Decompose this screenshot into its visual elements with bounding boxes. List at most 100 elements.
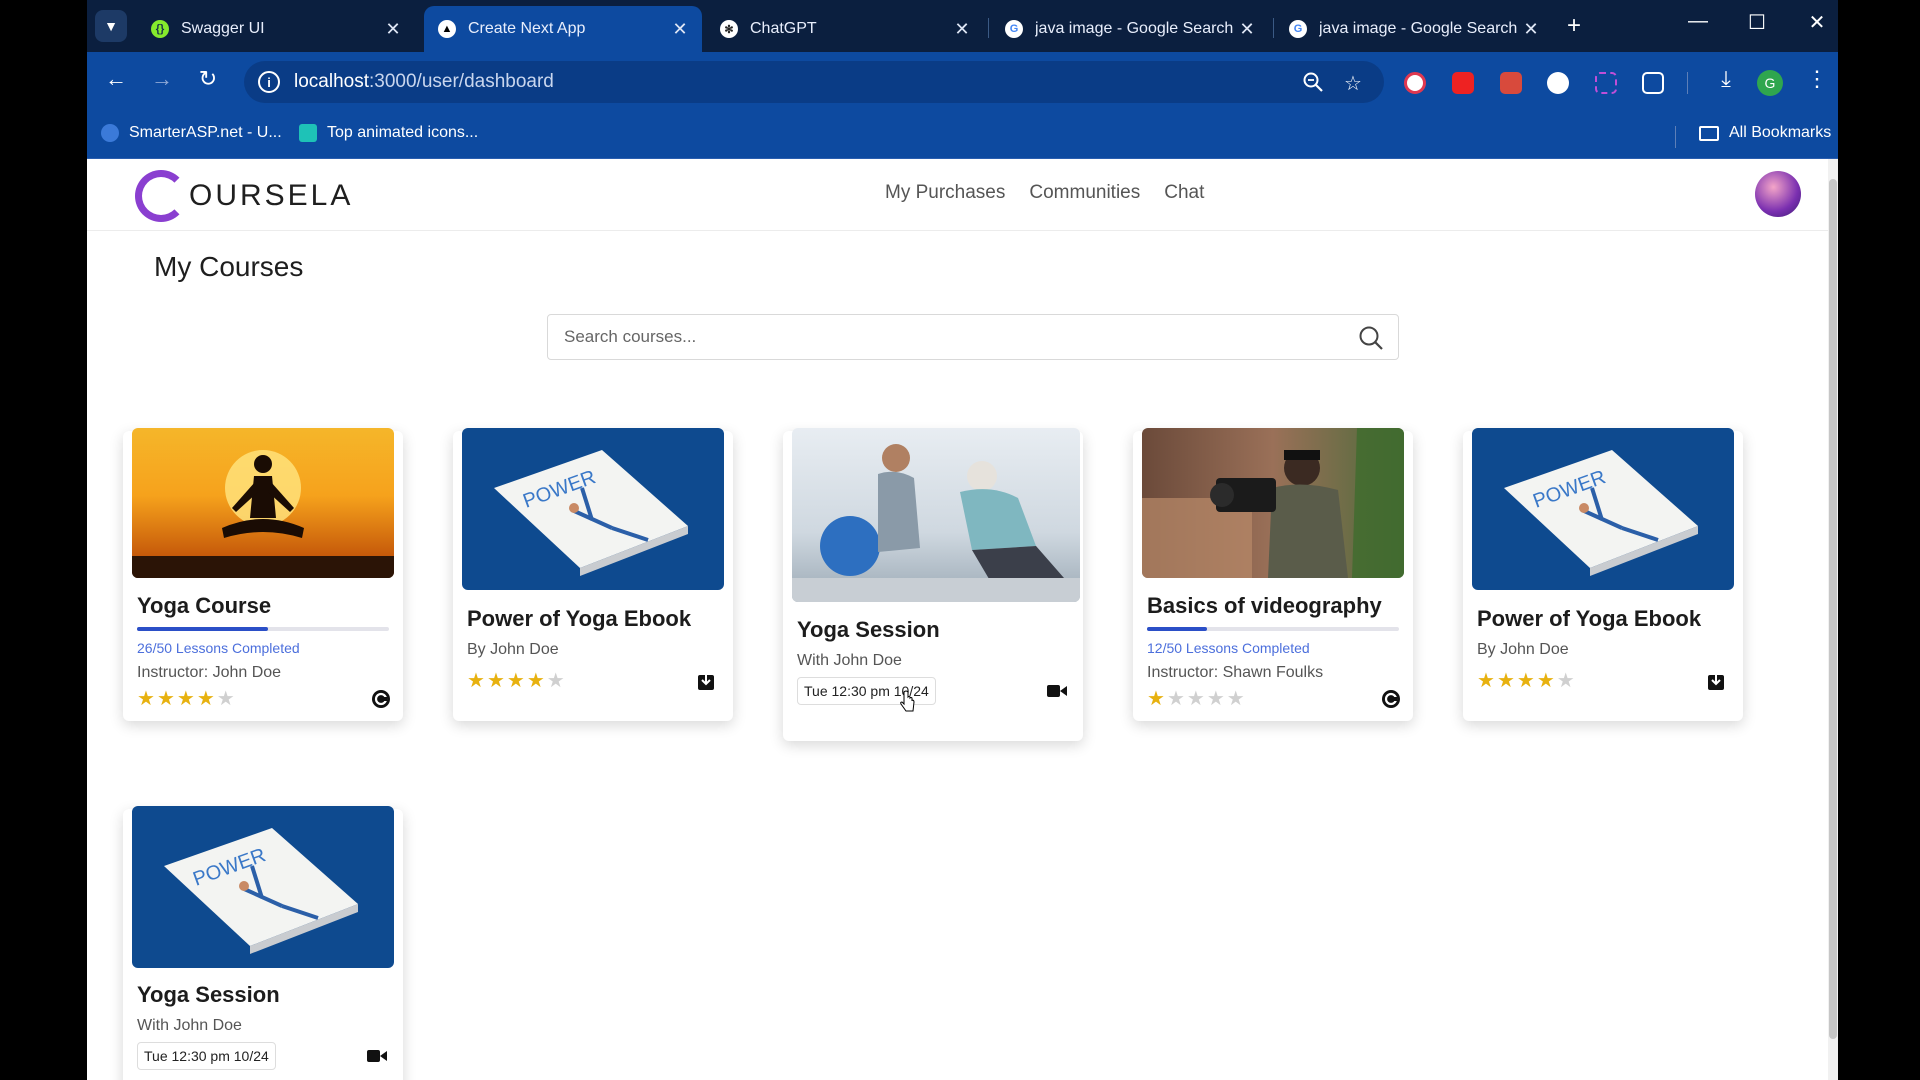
google-icon: G xyxy=(1005,20,1023,38)
browser-toolbar: ← → ↻ i localhost:3000/user/dashboard ☆ … xyxy=(87,52,1838,114)
video-camera-icon[interactable] xyxy=(367,1048,387,1069)
site-header: OURSELA My Purchases Communities Chat xyxy=(87,159,1828,231)
course-card[interactable]: Yoga Course 26/50 Lessons Completed Inst… xyxy=(123,428,403,721)
search-icon[interactable] xyxy=(1358,325,1384,356)
physio-session-image xyxy=(792,428,1080,602)
all-bookmarks[interactable]: All Bookmarks xyxy=(1699,124,1831,142)
extension-selection-icon[interactable] xyxy=(1595,72,1617,94)
extensions-puzzle-icon[interactable] xyxy=(1642,72,1664,94)
scrollbar-thumb[interactable] xyxy=(1829,179,1837,1039)
close-window-icon[interactable]: ✕ xyxy=(1797,10,1837,35)
ebook-card[interactable]: POWER Power of Yoga Ebook By John Doe ★ ★… xyxy=(453,428,733,721)
url-text: localhost:3000/user/dashboard xyxy=(294,71,554,93)
nav-communities[interactable]: Communities xyxy=(1029,182,1140,204)
smarterasp-icon xyxy=(101,124,119,142)
tab-chatgpt[interactable]: ✻ ChatGPT ✕ xyxy=(706,6,984,52)
vuetify-icon xyxy=(299,124,317,142)
progress-fill xyxy=(1147,627,1208,631)
profile-letter: G xyxy=(1764,75,1776,91)
main-nav: My Purchases Communities Chat xyxy=(885,182,1204,204)
tab-swagger[interactable]: {} Swagger UI ✕ xyxy=(137,6,415,52)
download-icon[interactable]: ⤓ xyxy=(1709,66,1743,92)
all-bookmarks-label: All Bookmarks xyxy=(1729,124,1832,141)
bookmark-animated-icons[interactable]: Top animated icons... xyxy=(299,124,478,142)
session-card[interactable]: Yoga Session With John Doe Tue 12:30 pm … xyxy=(783,428,1083,741)
extension-red-icon[interactable] xyxy=(1500,72,1522,94)
toolbar-separator xyxy=(1687,72,1688,94)
card-title: Power of Yoga Ebook xyxy=(467,606,692,631)
close-tab-icon[interactable]: ✕ xyxy=(1519,19,1543,40)
user-avatar[interactable] xyxy=(1755,171,1801,217)
course-badge-icon xyxy=(371,689,391,714)
new-tab-icon[interactable]: + xyxy=(1567,12,1581,40)
browser-menu-icon[interactable]: ⋮ xyxy=(1800,66,1834,92)
close-tab-icon[interactable]: ✕ xyxy=(381,19,405,40)
zoom-icon[interactable] xyxy=(1302,71,1324,99)
google-icon: G xyxy=(1289,20,1307,38)
site-info-icon[interactable]: i xyxy=(258,71,280,93)
nav-my-purchases[interactable]: My Purchases xyxy=(885,182,1005,204)
tab-search-dropdown[interactable]: ▼ xyxy=(95,10,127,42)
yoga-sunset-image xyxy=(132,428,394,578)
nav-chat[interactable]: Chat xyxy=(1164,182,1204,204)
coursela-logo[interactable]: OURSELA xyxy=(135,170,353,222)
url-path: :3000/user/dashboard xyxy=(369,71,554,92)
bookmarks-separator xyxy=(1675,126,1676,148)
author-label: By John Doe xyxy=(1477,641,1569,658)
card-title: Yoga Course xyxy=(137,593,272,618)
instructor-label: Instructor: John Doe xyxy=(137,664,282,681)
maximize-icon[interactable]: ☐ xyxy=(1737,10,1777,35)
progress-bar xyxy=(137,627,389,631)
extension-youtube-icon[interactable] xyxy=(1452,72,1474,94)
session-card[interactable]: POWER Yoga Session With John Doe Tue 12:… xyxy=(123,806,403,1080)
tab-separator xyxy=(1273,18,1274,38)
minimize-icon[interactable]: — xyxy=(1678,10,1718,33)
tab-create-next-app[interactable]: ▲ Create Next App ✕ xyxy=(424,6,702,52)
mouse-cursor-icon xyxy=(899,690,917,719)
profile-icon[interactable]: G xyxy=(1757,70,1783,96)
search-input[interactable] xyxy=(562,326,1336,348)
bookmarks-bar: SmarterASP.net - U... Top animated icons… xyxy=(87,114,1838,159)
tab-label: Create Next App xyxy=(468,20,586,37)
download-icon[interactable] xyxy=(697,671,715,696)
tab-separator xyxy=(988,18,989,38)
course-card[interactable]: Basics of videography 12/50 Lessons Comp… xyxy=(1133,428,1413,721)
back-icon[interactable]: ← xyxy=(99,66,133,92)
video-camera-icon[interactable] xyxy=(1047,683,1067,704)
card-title: Power of Yoga Ebook xyxy=(1477,606,1702,631)
extension-red-circle-icon[interactable] xyxy=(1404,72,1426,94)
progress-fill xyxy=(137,627,269,631)
tab-google-search-2[interactable]: G java image - Google Search ✕ xyxy=(1275,6,1553,52)
extension-grammarly-icon[interactable] xyxy=(1547,72,1569,94)
card-title: Yoga Session xyxy=(137,982,280,1007)
reload-icon[interactable]: ↻ xyxy=(191,66,225,92)
url-host: localhost xyxy=(294,71,369,92)
page-title: My Courses xyxy=(154,251,304,282)
bookmark-label: SmarterASP.net - U... xyxy=(129,124,282,141)
page-scrollbar[interactable] xyxy=(1828,159,1838,1080)
tab-label: java image - Google Search xyxy=(1035,20,1234,37)
forward-icon[interactable]: → xyxy=(145,66,179,92)
tab-label: ChatGPT xyxy=(750,20,817,37)
close-tab-icon[interactable]: ✕ xyxy=(668,19,692,40)
tab-label: java image - Google Search xyxy=(1319,20,1518,37)
rating-stars: ★ ★ ★ ★ ★ xyxy=(1147,688,1245,710)
close-tab-icon[interactable]: ✕ xyxy=(1235,19,1259,40)
author-label: By John Doe xyxy=(467,641,559,658)
tab-google-search-1[interactable]: G java image - Google Search ✕ xyxy=(991,6,1269,52)
address-bar[interactable]: i localhost:3000/user/dashboard ☆ xyxy=(244,61,1384,103)
yoga-book-image: POWER xyxy=(1472,428,1734,590)
rating-stars: ★ ★ ★ ★ ★ xyxy=(137,688,235,710)
tab-label: Swagger UI xyxy=(181,20,265,37)
download-icon[interactable] xyxy=(1707,671,1725,696)
lessons-completed: 12/50 Lessons Completed xyxy=(1147,640,1310,656)
ebook-card[interactable]: POWER Power of Yoga Ebook By John Doe ★ ★… xyxy=(1463,428,1743,721)
close-tab-icon[interactable]: ✕ xyxy=(950,19,974,40)
bookmark-smarterasp[interactable]: SmarterASP.net - U... xyxy=(101,124,282,142)
chatgpt-icon: ✻ xyxy=(720,20,738,38)
logo-c-mark xyxy=(135,170,187,222)
search-box xyxy=(547,314,1399,360)
logo-text: OURSELA xyxy=(189,179,354,212)
bookmark-star-icon[interactable]: ☆ xyxy=(1344,71,1362,96)
yoga-book-image: POWER xyxy=(462,428,724,590)
